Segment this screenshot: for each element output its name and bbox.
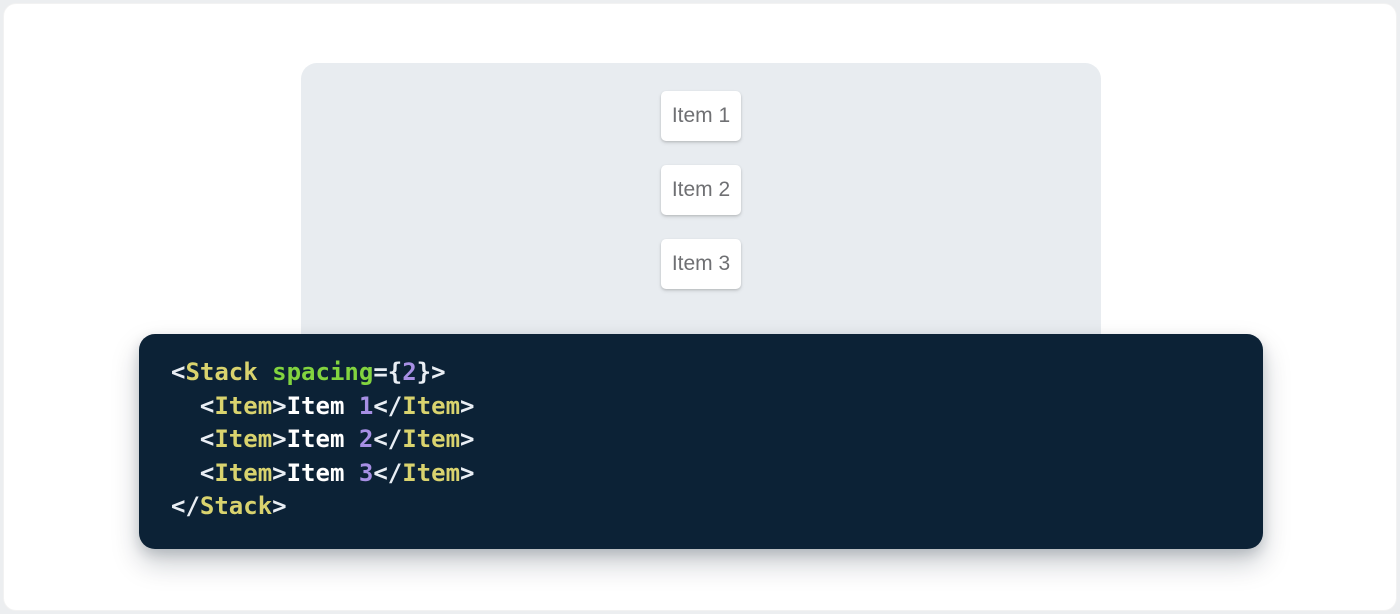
code-token-punct: < <box>171 358 185 386</box>
code-token-punct: > <box>272 459 286 487</box>
code-token-text: Item <box>287 392 359 420</box>
code-token-tag: Item <box>214 425 272 453</box>
code-token-number: 2 <box>359 425 373 453</box>
code-token-text: Item <box>287 425 359 453</box>
demo-card: Item 1Item 2Item 3 <Stack spacing={2}> <… <box>3 3 1397 611</box>
code-token-punct: </ <box>373 425 402 453</box>
stack-preview-panel: Item 1 Item 2 Item 3 <box>301 63 1101 363</box>
code-line: <Item>Item 3</Item> <box>171 457 1239 491</box>
code-token-number: 1 <box>359 392 373 420</box>
code-token-punct: </ <box>373 459 402 487</box>
code-token-punct: </ <box>373 392 402 420</box>
code-token-punct: < <box>171 392 214 420</box>
code-token-punct: }> <box>417 358 446 386</box>
code-token-number: 2 <box>402 358 416 386</box>
code-line: <Stack spacing={2}> <box>171 356 1239 390</box>
code-token-tag: Stack <box>200 492 272 520</box>
code-token-number: 3 <box>359 459 373 487</box>
code-token-tag: Item <box>214 392 272 420</box>
code-token-punct: > <box>460 459 474 487</box>
code-token-punct: > <box>272 492 286 520</box>
stack-item-card: Item 3 <box>661 239 741 289</box>
code-line: <Item>Item 2</Item> <box>171 423 1239 457</box>
code-block: <Stack spacing={2}> <Item>Item 1</Item> … <box>139 334 1263 549</box>
code-token-punct: < <box>171 425 214 453</box>
code-token-punct <box>258 358 272 386</box>
code-token-punct: < <box>171 459 214 487</box>
code-token-text: Item <box>287 459 359 487</box>
code-token-tag: Item <box>402 392 460 420</box>
code-token-attr: spacing <box>272 358 373 386</box>
code-line: </Stack> <box>171 490 1239 524</box>
code-token-tag: Item <box>402 459 460 487</box>
code-line: <Item>Item 1</Item> <box>171 390 1239 424</box>
code-token-punct: ={ <box>373 358 402 386</box>
code-token-punct: > <box>460 392 474 420</box>
code-token-tag: Stack <box>185 358 257 386</box>
stack-item-card: Item 2 <box>661 165 741 215</box>
code-token-tag: Item <box>402 425 460 453</box>
code-token-tag: Item <box>214 459 272 487</box>
stack-item-card: Item 1 <box>661 91 741 141</box>
code-token-punct: > <box>272 392 286 420</box>
code-token-punct: > <box>460 425 474 453</box>
code-token-punct: </ <box>171 492 200 520</box>
code-token-punct: > <box>272 425 286 453</box>
